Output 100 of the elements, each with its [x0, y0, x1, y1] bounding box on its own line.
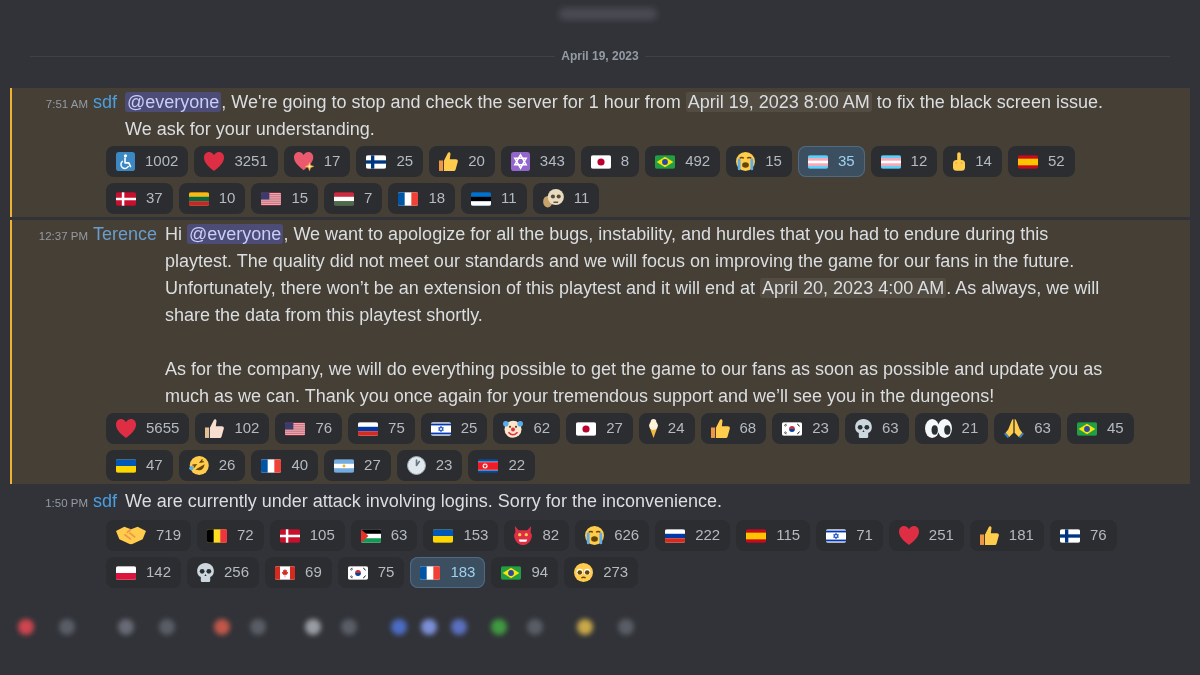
reaction-button[interactable]: 20	[429, 146, 495, 177]
reaction-button[interactable]: 75	[348, 413, 415, 444]
formatted-timestamp: April 20, 2023 4:00 AM	[760, 278, 947, 298]
reaction-button[interactable]: 35	[797, 146, 865, 177]
reaction-button[interactable]: 256	[187, 557, 260, 588]
reaction-button[interactable]: 11	[461, 183, 527, 214]
reaction-button[interactable]: 63	[350, 520, 418, 551]
reaction-button[interactable]: 82	[504, 520, 570, 551]
reaction-button[interactable]: 251	[888, 520, 964, 551]
reaction-button[interactable]: 626	[575, 520, 650, 551]
reaction-button[interactable]: 45	[1066, 413, 1134, 444]
lithuania-flag-icon	[188, 191, 209, 206]
heart-icon	[116, 419, 136, 438]
reaction-button[interactable]: 12	[870, 146, 938, 177]
reaction-button[interactable]: 68	[700, 413, 767, 444]
reaction-button[interactable]: 115	[736, 520, 811, 551]
message-timestamp: 7:51 AM	[45, 97, 88, 112]
reaction-button[interactable]: 181	[969, 520, 1044, 551]
reaction-button[interactable]: 94	[491, 557, 559, 588]
reaction-button[interactable]: 63	[844, 413, 909, 444]
reaction-button[interactable]: 273	[564, 557, 639, 588]
reaction-button[interactable]: 18	[388, 183, 456, 214]
author-name[interactable]: sdf	[93, 488, 117, 515]
france-flag-icon	[398, 191, 419, 206]
reaction-button[interactable]: 10	[178, 183, 246, 214]
argentina-flag-icon	[334, 458, 355, 473]
reaction-button[interactable]: 21	[914, 413, 989, 444]
reaction-button[interactable]: 105	[269, 520, 345, 551]
reaction-button[interactable]: 222	[655, 520, 731, 551]
reaction-button[interactable]: 17	[283, 146, 351, 177]
message-timestamp: 12:37 PM	[38, 229, 88, 244]
reaction-button[interactable]: 75	[337, 557, 405, 588]
clown-face-icon	[503, 419, 524, 438]
usa-flag-icon	[285, 421, 306, 436]
spain-flag-icon	[746, 528, 767, 543]
reaction-button[interactable]: 37	[106, 183, 173, 214]
reaction-button[interactable]: 27	[566, 413, 633, 444]
finland-flag-icon	[366, 154, 387, 169]
reaction-button[interactable]: 63	[994, 413, 1061, 444]
reaction-button[interactable]: 8	[580, 146, 640, 177]
reaction-button[interactable]: 25	[356, 146, 424, 177]
reaction-button[interactable]: 23	[772, 413, 839, 444]
russia-flag-icon	[665, 528, 686, 543]
author-name[interactable]: Terence	[93, 221, 158, 248]
reaction-button[interactable]: 492	[645, 146, 721, 177]
reaction-button[interactable]: 62	[493, 413, 561, 444]
reaction-button[interactable]: 22	[468, 450, 536, 481]
message-text: @everyone, We're going to stop and check the server for 1 hour from April 19, 2023 8:00 AM to fix the black screen issue. We ask for your understanding.	[125, 91, 1103, 141]
mention[interactable]: @everyone	[187, 224, 284, 244]
reaction-button[interactable]: 24	[638, 413, 695, 444]
belgium-flag-icon	[207, 528, 228, 543]
message-timestamp: 1:50 PM	[45, 496, 88, 511]
reaction-button[interactable]: 7	[324, 183, 383, 214]
reaction-button[interactable]: 153	[423, 520, 499, 551]
reaction-button[interactable]: 14	[943, 146, 1002, 177]
thumbs-up-icon	[710, 419, 730, 438]
reaction-button[interactable]: 26	[178, 450, 246, 481]
reaction-button[interactable]: 719	[106, 520, 192, 551]
praying-hands-icon	[1004, 419, 1025, 438]
eyes-icon	[924, 419, 952, 438]
reaction-button[interactable]: 23	[396, 450, 463, 481]
reaction-button[interactable]: 3251	[194, 146, 278, 177]
reaction-button[interactable]: 5655	[106, 413, 190, 444]
reaction-button[interactable]: 47	[106, 450, 173, 481]
formatted-timestamp: April 19, 2023 8:00 AM	[685, 92, 872, 112]
reaction-button[interactable]: 72	[197, 520, 264, 551]
usa-flag-icon	[261, 191, 282, 206]
date-divider-label: April 19, 2023	[561, 48, 639, 65]
palestine-flag-icon	[360, 528, 381, 543]
brazil-flag-icon	[1076, 421, 1097, 436]
message-text: As for the company, we will do everything possible to get the game to our fans as soon as possible and update you as much as we can. Thank you once again for your tremendous support and we’ll see you in the dungeons!	[165, 358, 1104, 408]
reaction-button[interactable]: 52	[1007, 146, 1075, 177]
ice-cream-icon	[648, 419, 658, 438]
reaction-button[interactable]: 15	[251, 183, 319, 214]
japan-flag-icon	[590, 154, 611, 169]
reaction-button[interactable]: 40	[251, 450, 319, 481]
reaction-button[interactable]: 76	[275, 413, 343, 444]
crying-face-icon	[736, 152, 756, 171]
spain-flag-icon	[1017, 154, 1038, 169]
reaction-button[interactable]: 11	[532, 183, 600, 214]
reaction-button[interactable]: 183	[410, 557, 486, 588]
mention[interactable]: @everyone	[125, 92, 222, 112]
reaction-button[interactable]: 69	[265, 557, 332, 588]
heart-icon	[898, 526, 919, 545]
reaction-button[interactable]: 102	[195, 413, 270, 444]
reaction-button[interactable]: 15	[726, 146, 792, 177]
reaction-button[interactable]: 76	[1049, 520, 1117, 551]
reaction-button[interactable]: 27	[324, 450, 391, 481]
reaction-button[interactable]: 25	[420, 413, 488, 444]
south-korea-flag-icon	[782, 421, 803, 436]
ukraine-flag-icon	[433, 528, 454, 543]
reaction-button[interactable]: 71	[816, 520, 883, 551]
author-name[interactable]: sdf	[93, 89, 117, 116]
brazil-flag-icon	[501, 565, 522, 580]
reaction-button[interactable]: 142	[106, 557, 182, 588]
reaction-button[interactable]: 1002	[106, 146, 189, 177]
reaction-button[interactable]: 343	[500, 146, 575, 177]
handshake-icon	[116, 526, 146, 545]
hungary-flag-icon	[334, 191, 355, 206]
france-flag-icon	[261, 458, 282, 473]
